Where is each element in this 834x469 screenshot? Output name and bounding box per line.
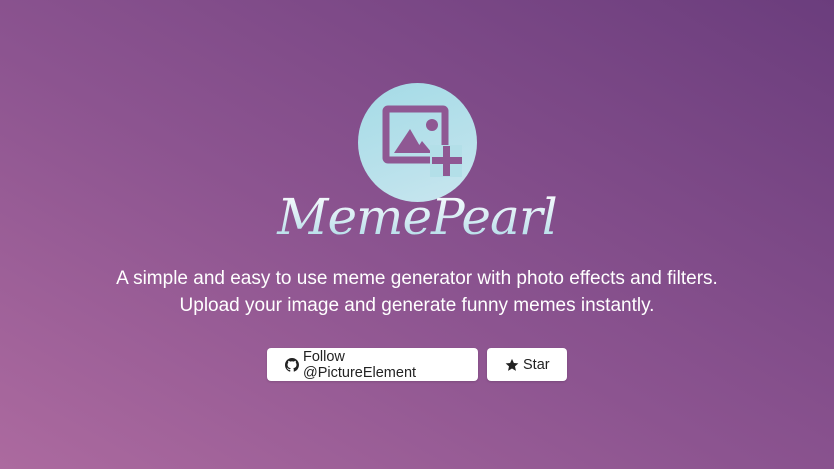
action-buttons: Follow @PictureElement Star <box>0 348 834 381</box>
logo <box>358 83 477 202</box>
github-icon <box>285 357 299 372</box>
tagline-line-2: Upload your image and generate funny mem… <box>179 295 655 316</box>
tagline-line-1: A simple and easy to use meme generator … <box>116 268 718 289</box>
tagline: A simple and easy to use meme generator … <box>0 265 834 319</box>
star-icon <box>505 358 519 372</box>
star-button[interactable]: Star <box>487 348 567 381</box>
follow-button[interactable]: Follow @PictureElement <box>267 348 478 381</box>
brand-title: MemePearl <box>0 188 834 246</box>
star-button-label: Star <box>523 356 550 373</box>
image-add-icon <box>382 105 462 177</box>
hero-section: MemePearl A simple and easy to use meme … <box>0 0 834 469</box>
follow-button-label: Follow @PictureElement <box>303 348 417 381</box>
